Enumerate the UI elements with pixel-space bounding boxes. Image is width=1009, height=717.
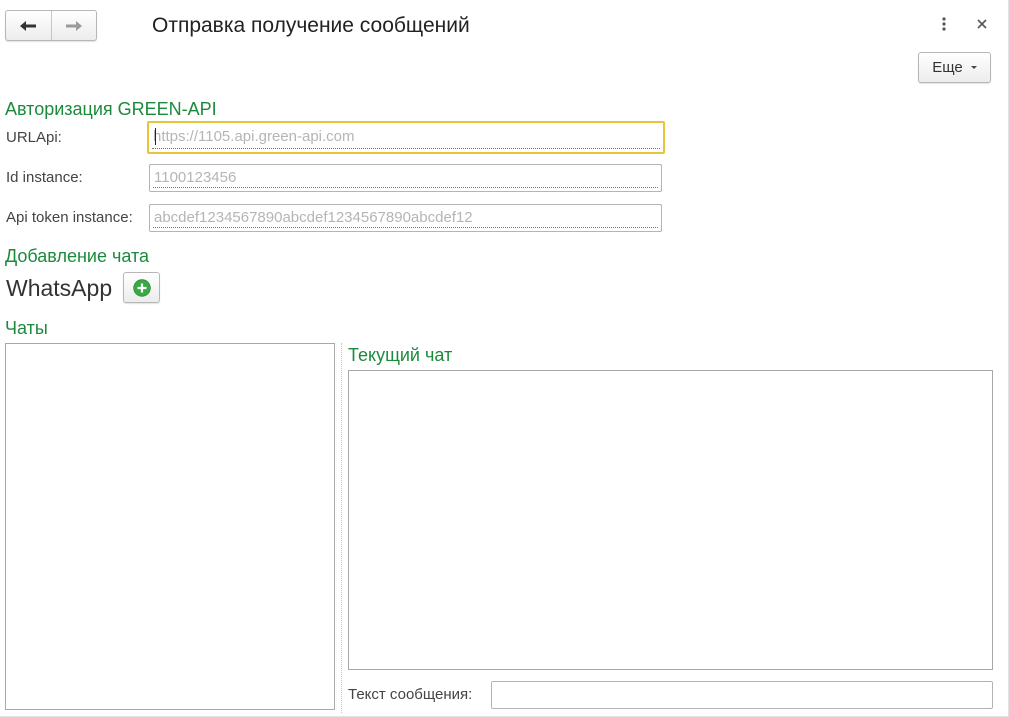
message-input[interactable] <box>495 684 989 705</box>
id-input[interactable] <box>153 167 658 187</box>
messenger-label: WhatsApp <box>6 275 113 301</box>
token-label: Api token instance: <box>6 209 133 226</box>
url-underline <box>152 148 660 149</box>
forward-button[interactable] <box>50 11 97 40</box>
current-chat-title: Текущий чат <box>348 345 453 365</box>
window-menu-button[interactable] <box>934 14 954 34</box>
plus-circle-icon <box>132 278 151 297</box>
window-title: Отправка получение сообщений <box>152 14 470 37</box>
url-field[interactable] <box>147 121 665 154</box>
token-field[interactable] <box>149 204 662 232</box>
id-label: Id instance: <box>6 169 83 186</box>
chats-list[interactable] <box>5 343 335 710</box>
id-underline <box>153 187 658 188</box>
add-chat-section-title: Добавление чата <box>5 246 150 266</box>
panel-splitter[interactable] <box>341 343 342 713</box>
arrow-right-icon <box>65 20 82 31</box>
chats-section-title: Чаты <box>5 318 48 338</box>
url-label: URLApi: <box>6 129 62 146</box>
add-chat-button[interactable] <box>123 272 160 303</box>
arrow-left-icon <box>20 20 37 31</box>
close-icon <box>977 19 987 29</box>
url-input[interactable] <box>152 125 660 148</box>
close-button[interactable] <box>972 14 992 34</box>
current-chat-area[interactable] <box>348 370 993 670</box>
token-underline <box>153 227 658 228</box>
vertical-dots-icon <box>942 17 946 31</box>
auth-section-title: Авторизация GREEN-API <box>5 99 217 119</box>
token-input[interactable] <box>153 207 658 227</box>
navigation-buttons <box>5 10 97 41</box>
more-button[interactable]: Еще <box>918 52 991 83</box>
chevron-down-icon <box>970 66 977 69</box>
id-field[interactable] <box>149 164 662 192</box>
message-label: Текст сообщения: <box>348 686 473 703</box>
message-field[interactable] <box>491 681 993 709</box>
form-window: Отправка получение сообщений Еще Авториз… <box>0 0 1009 717</box>
text-cursor <box>155 128 156 145</box>
back-button[interactable] <box>6 11 51 40</box>
more-button-label: Еще <box>932 59 963 76</box>
